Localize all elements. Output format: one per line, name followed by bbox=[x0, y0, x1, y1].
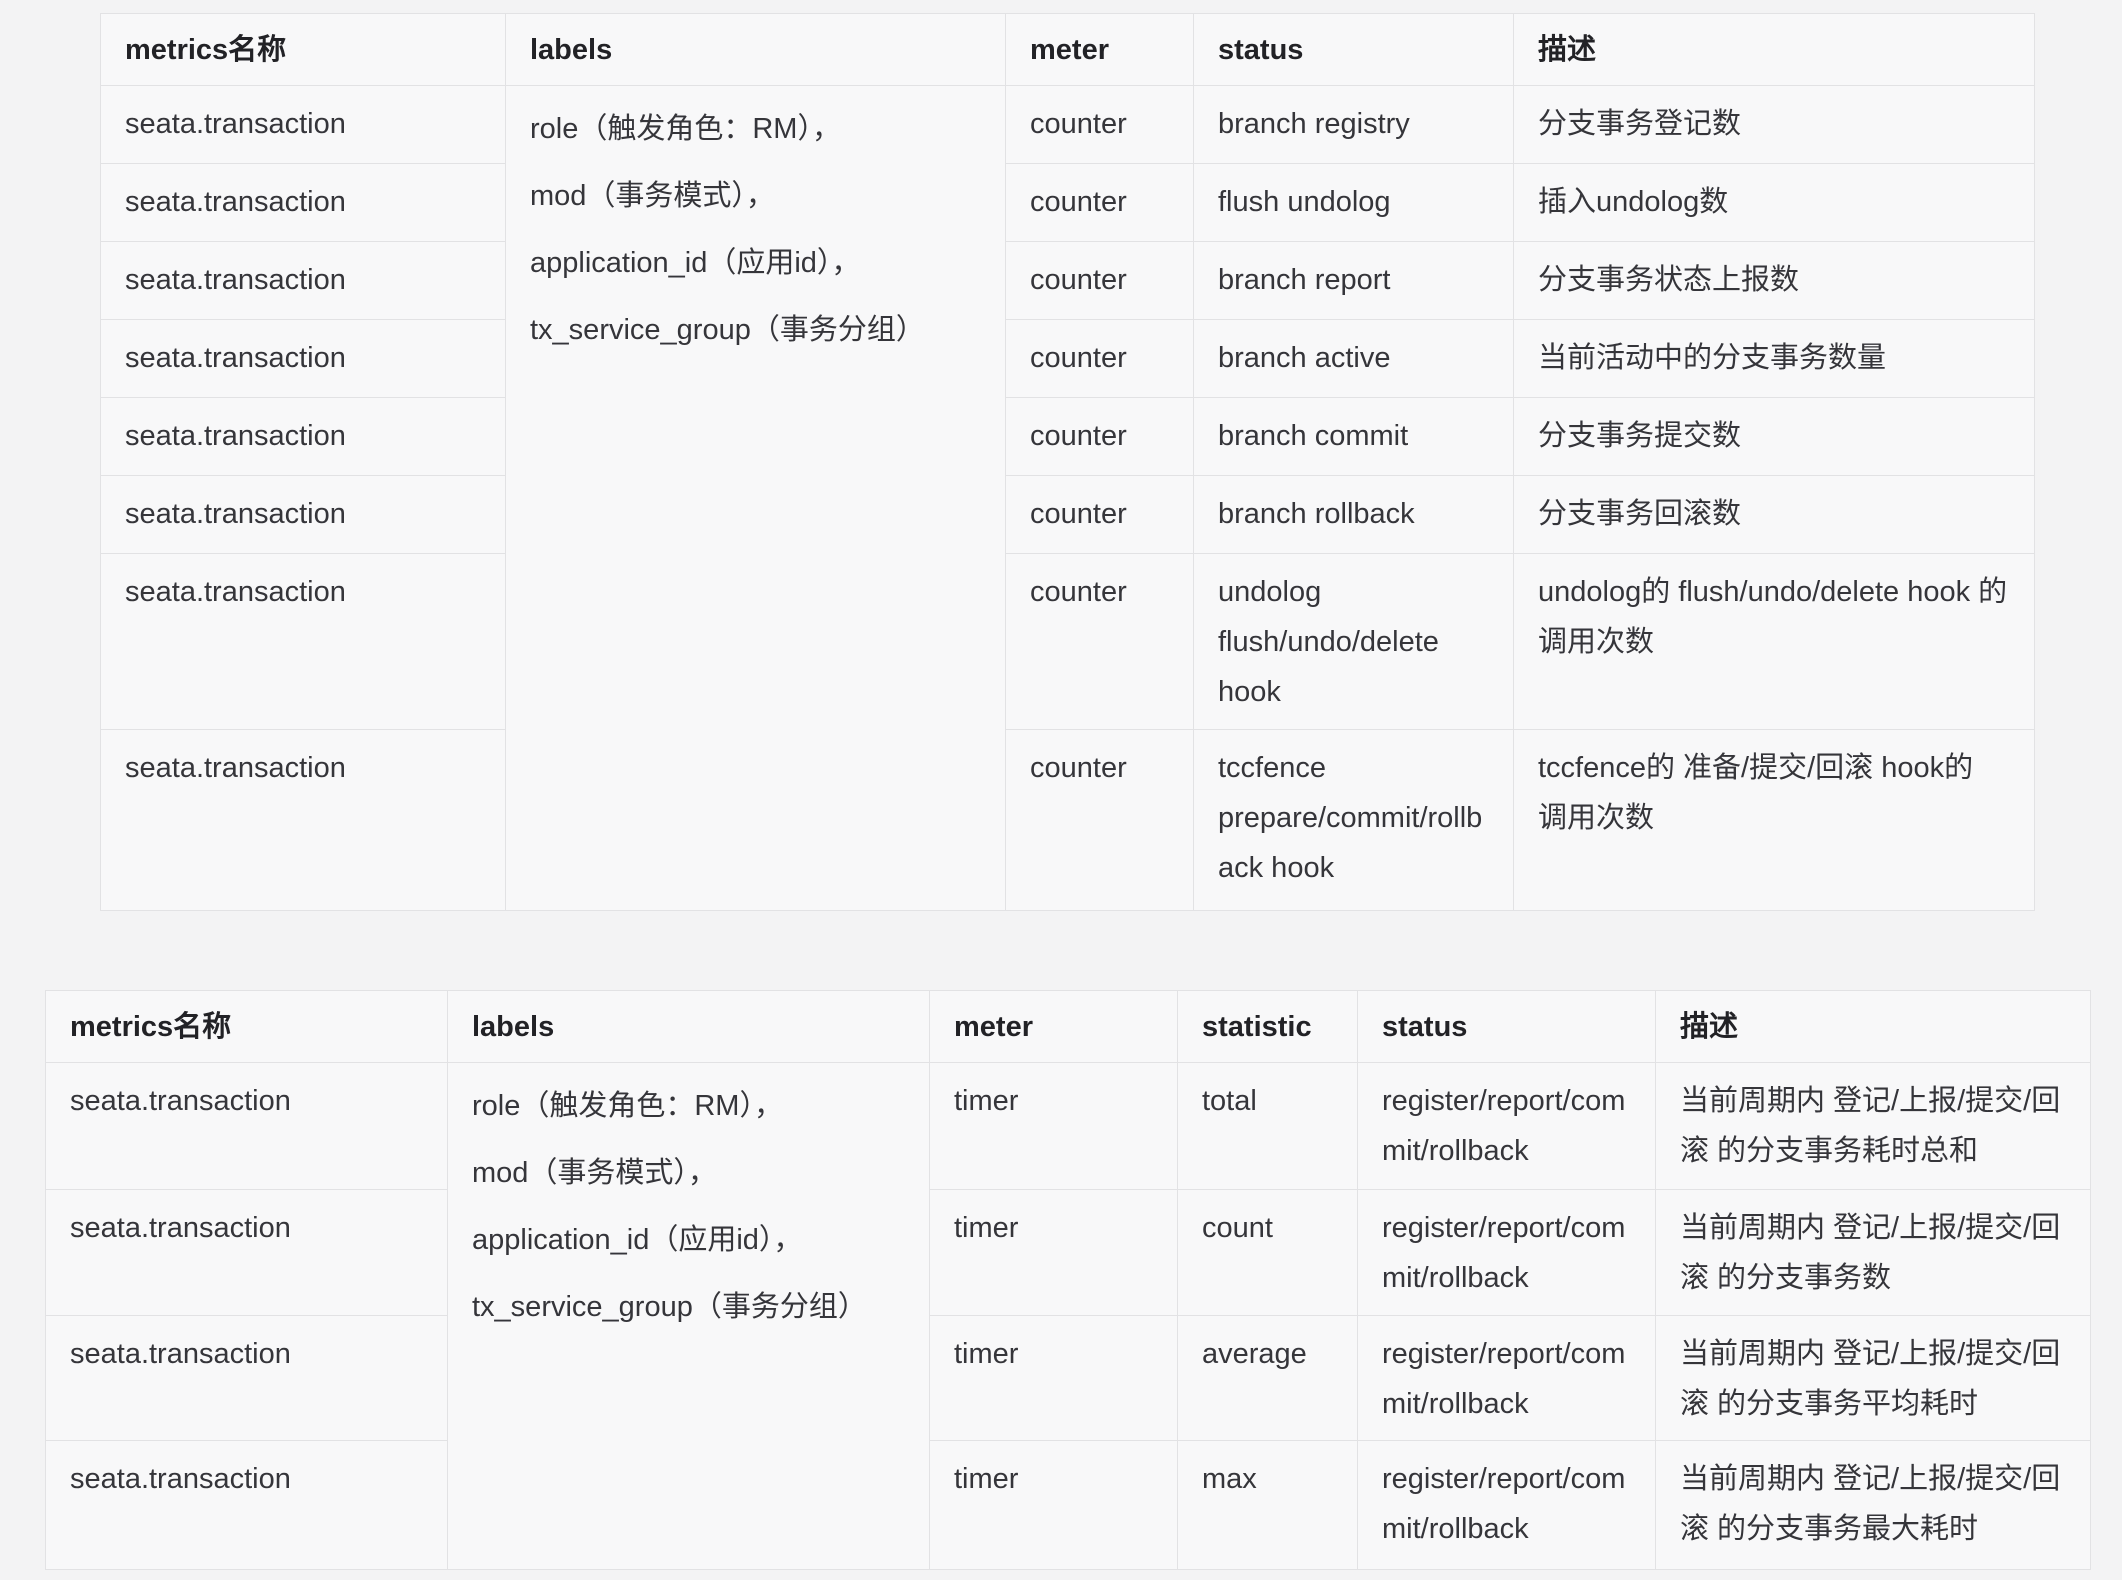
cell-status: branch commit bbox=[1194, 398, 1514, 476]
cell-metrics-name: seata.transaction bbox=[101, 320, 506, 398]
cell-metrics-name: seata.transaction bbox=[101, 242, 506, 320]
table-header-row: metrics名称 labels meter statistic status … bbox=[46, 991, 2091, 1063]
cell-description: 分支事务状态上报数 bbox=[1514, 242, 2035, 320]
cell-meter: counter bbox=[1006, 164, 1194, 242]
table-row: seata.transaction counter branch commit … bbox=[101, 398, 2035, 476]
label-line: tx_service_group（事务分组） bbox=[472, 1274, 905, 1341]
counter-metrics-table: metrics名称 labels meter status 描述 seata.t… bbox=[100, 13, 2035, 911]
cell-meter: timer bbox=[930, 1063, 1178, 1190]
label-line: role（触发角色：RM）， bbox=[530, 96, 981, 163]
table-row: seata.transaction timer max register/rep… bbox=[46, 1441, 2091, 1570]
label-line: mod（事务模式）， bbox=[530, 163, 981, 230]
table-row: seata.transaction counter undolog flush/… bbox=[101, 554, 2035, 730]
cell-statistic: count bbox=[1178, 1190, 1358, 1316]
cell-labels: role（触发角色：RM）， mod（事务模式）， application_id… bbox=[448, 1063, 930, 1570]
table-row: seata.transaction counter branch active … bbox=[101, 320, 2035, 398]
cell-status: branch rollback bbox=[1194, 476, 1514, 554]
table-row: seata.transaction role（触发角色：RM）， mod（事务模… bbox=[46, 1063, 2091, 1190]
header-meter: meter bbox=[930, 991, 1178, 1063]
cell-statistic: total bbox=[1178, 1063, 1358, 1190]
cell-description: undolog的 flush/undo/delete hook 的调用次数 bbox=[1514, 554, 2035, 730]
cell-meter: counter bbox=[1006, 320, 1194, 398]
cell-meter: counter bbox=[1006, 398, 1194, 476]
cell-status: register/report/commit/rollback bbox=[1358, 1190, 1656, 1316]
cell-description: 当前活动中的分支事务数量 bbox=[1514, 320, 2035, 398]
label-line: role（触发角色：RM）， bbox=[472, 1073, 905, 1140]
cell-status: branch active bbox=[1194, 320, 1514, 398]
cell-description: 插入undolog数 bbox=[1514, 164, 2035, 242]
cell-description: tccfence的 准备/提交/回滚 hook的 调用次数 bbox=[1514, 730, 2035, 911]
cell-meter: timer bbox=[930, 1316, 1178, 1441]
metrics-doc-page: metrics名称 labels meter status 描述 seata.t… bbox=[0, 13, 2122, 1570]
cell-status: register/report/commit/rollback bbox=[1358, 1063, 1656, 1190]
cell-statistic: max bbox=[1178, 1441, 1358, 1570]
cell-status: flush undolog bbox=[1194, 164, 1514, 242]
cell-status: register/report/commit/rollback bbox=[1358, 1316, 1656, 1441]
cell-metrics-name: seata.transaction bbox=[101, 554, 506, 730]
cell-metrics-name: seata.transaction bbox=[46, 1441, 448, 1570]
cell-description: 当前周期内 登记/上报/提交/回滚 的分支事务平均耗时 bbox=[1656, 1316, 2091, 1441]
table-row: seata.transaction counter tccfence prepa… bbox=[101, 730, 2035, 911]
cell-meter: counter bbox=[1006, 86, 1194, 164]
cell-meter: counter bbox=[1006, 554, 1194, 730]
cell-status: register/report/commit/rollback bbox=[1358, 1441, 1656, 1570]
cell-labels: role（触发角色：RM）， mod（事务模式）， application_id… bbox=[506, 86, 1006, 911]
header-description: 描述 bbox=[1656, 991, 2091, 1063]
cell-description: 当前周期内 登记/上报/提交/回滚 的分支事务数 bbox=[1656, 1190, 2091, 1316]
label-line: application_id（应用id）， bbox=[530, 230, 981, 297]
header-labels: labels bbox=[506, 14, 1006, 86]
cell-status: undolog flush/undo/delete hook bbox=[1194, 554, 1514, 730]
cell-description: 分支事务回滚数 bbox=[1514, 476, 2035, 554]
table-row: seata.transaction counter branch report … bbox=[101, 242, 2035, 320]
cell-meter: counter bbox=[1006, 476, 1194, 554]
cell-statistic: average bbox=[1178, 1316, 1358, 1441]
table-header-row: metrics名称 labels meter status 描述 bbox=[101, 14, 2035, 86]
label-line: application_id（应用id）， bbox=[472, 1207, 905, 1274]
cell-status: branch report bbox=[1194, 242, 1514, 320]
table-row: seata.transaction timer average register… bbox=[46, 1316, 2091, 1441]
table-row: seata.transaction counter flush undolog … bbox=[101, 164, 2035, 242]
cell-description: 当前周期内 登记/上报/提交/回滚 的分支事务耗时总和 bbox=[1656, 1063, 2091, 1190]
cell-status: tccfence prepare/commit/rollback hook bbox=[1194, 730, 1514, 911]
header-labels: labels bbox=[448, 991, 930, 1063]
cell-description: 分支事务登记数 bbox=[1514, 86, 2035, 164]
header-metrics-name: metrics名称 bbox=[46, 991, 448, 1063]
cell-metrics-name: seata.transaction bbox=[101, 730, 506, 911]
cell-metrics-name: seata.transaction bbox=[46, 1063, 448, 1190]
cell-description: 当前周期内 登记/上报/提交/回滚 的分支事务最大耗时 bbox=[1656, 1441, 2091, 1570]
cell-meter: timer bbox=[930, 1441, 1178, 1570]
cell-description: 分支事务提交数 bbox=[1514, 398, 2035, 476]
header-status: status bbox=[1194, 14, 1514, 86]
header-description: 描述 bbox=[1514, 14, 2035, 86]
header-metrics-name: metrics名称 bbox=[101, 14, 506, 86]
cell-metrics-name: seata.transaction bbox=[101, 86, 506, 164]
cell-meter: counter bbox=[1006, 730, 1194, 911]
table-row: seata.transaction timer count register/r… bbox=[46, 1190, 2091, 1316]
header-meter: meter bbox=[1006, 14, 1194, 86]
cell-meter: counter bbox=[1006, 242, 1194, 320]
table-row: seata.transaction role（触发角色：RM）， mod（事务模… bbox=[101, 86, 2035, 164]
label-line: mod（事务模式）， bbox=[472, 1140, 905, 1207]
label-line: tx_service_group（事务分组） bbox=[530, 297, 981, 364]
cell-metrics-name: seata.transaction bbox=[101, 164, 506, 242]
header-status: status bbox=[1358, 991, 1656, 1063]
cell-metrics-name: seata.transaction bbox=[101, 476, 506, 554]
cell-metrics-name: seata.transaction bbox=[101, 398, 506, 476]
cell-status: branch registry bbox=[1194, 86, 1514, 164]
header-statistic: statistic bbox=[1178, 991, 1358, 1063]
table-row: seata.transaction counter branch rollbac… bbox=[101, 476, 2035, 554]
timer-metrics-table: metrics名称 labels meter statistic status … bbox=[45, 990, 2091, 1570]
cell-metrics-name: seata.transaction bbox=[46, 1190, 448, 1316]
cell-metrics-name: seata.transaction bbox=[46, 1316, 448, 1441]
cell-meter: timer bbox=[930, 1190, 1178, 1316]
